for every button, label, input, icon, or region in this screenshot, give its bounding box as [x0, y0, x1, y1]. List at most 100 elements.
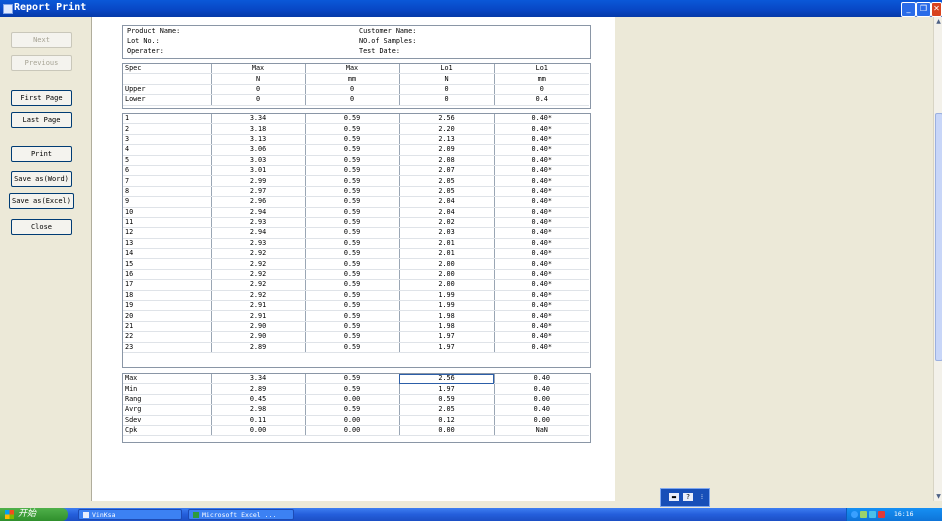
- value-cell[interactable]: 0.00: [493, 394, 589, 406]
- stat-row-label[interactable]: Cpk: [123, 425, 211, 437]
- sample-row-label[interactable]: 7: [123, 175, 211, 187]
- sample-row-label[interactable]: 6: [123, 165, 211, 177]
- value-cell[interactable]: 0.00: [304, 394, 399, 406]
- sample-row-label[interactable]: 12: [123, 227, 211, 239]
- value-cell[interactable]: 0.40*: [493, 207, 589, 218]
- window-title-bar[interactable]: Report Print _ ❐ ✕: [0, 0, 942, 17]
- value-cell[interactable]: 2.08: [398, 155, 494, 166]
- sample-row-label[interactable]: 4: [123, 144, 211, 156]
- value-cell[interactable]: 2.92: [210, 279, 305, 291]
- sample-row-label[interactable]: 1: [123, 114, 211, 125]
- scroll-up-icon[interactable]: ▲: [934, 17, 942, 26]
- value-cell[interactable]: 1.97: [398, 383, 494, 395]
- sample-row-label[interactable]: 23: [123, 342, 211, 354]
- help-icon[interactable]: ?: [683, 493, 693, 501]
- stat-row-label[interactable]: Max: [123, 374, 211, 385]
- value-cell[interactable]: 0.59: [304, 207, 399, 218]
- value-cell[interactable]: 0.40*: [493, 290, 589, 302]
- value-cell[interactable]: 2.07: [398, 165, 494, 177]
- value-cell[interactable]: 0.40*: [493, 342, 589, 354]
- value-cell[interactable]: 0.59: [304, 310, 399, 322]
- value-cell[interactable]: 0.59: [304, 196, 399, 208]
- save-word-button[interactable]: Save as(Word): [11, 171, 72, 187]
- value-cell[interactable]: 0.00: [210, 425, 305, 437]
- tray-app-icon[interactable]: [869, 511, 876, 518]
- value-cell[interactable]: 3.03: [210, 155, 305, 166]
- value-cell[interactable]: 2.04: [398, 196, 494, 208]
- value-cell[interactable]: 1.99: [398, 300, 494, 312]
- sample-row-label[interactable]: 11: [123, 217, 211, 229]
- antivirus-icon[interactable]: [878, 511, 885, 518]
- value-cell[interactable]: 2.89: [210, 383, 305, 395]
- value-cell[interactable]: 0.40*: [493, 196, 589, 208]
- value-cell[interactable]: 2.05: [398, 175, 494, 187]
- first-page-button[interactable]: First Page: [11, 90, 72, 106]
- value-cell[interactable]: 0.40*: [493, 331, 589, 343]
- value-cell[interactable]: 2.93: [210, 217, 305, 229]
- value-cell[interactable]: 0.40: [493, 404, 589, 416]
- language-bar[interactable]: ▬ ? ⁝: [660, 488, 710, 507]
- sample-row-label[interactable]: 16: [123, 269, 211, 281]
- value-cell[interactable]: 0.40*: [493, 155, 589, 166]
- value-cell[interactable]: 2.02: [398, 217, 494, 229]
- sample-row-label[interactable]: 13: [123, 238, 211, 250]
- value-cell[interactable]: 1.99: [398, 290, 494, 302]
- value-cell[interactable]: 0.59: [304, 383, 399, 395]
- value-cell[interactable]: 0.59: [304, 269, 399, 281]
- value-cell[interactable]: 0.40*: [493, 165, 589, 177]
- value-cell[interactable]: 2.97: [210, 186, 305, 198]
- start-button[interactable]: 开始: [0, 508, 68, 521]
- value-cell[interactable]: 2.09: [398, 144, 494, 156]
- value-cell[interactable]: 0.40*: [493, 114, 589, 125]
- value-cell[interactable]: 0.40*: [493, 258, 589, 270]
- value-cell[interactable]: 0.40*: [493, 248, 589, 260]
- value-cell[interactable]: 2.91: [210, 310, 305, 322]
- task-excel[interactable]: Microsoft Excel ...: [188, 509, 294, 520]
- value-cell[interactable]: 0.40: [493, 374, 589, 385]
- sample-row-label[interactable]: 17: [123, 279, 211, 291]
- value-cell[interactable]: 0.59: [304, 374, 399, 385]
- stat-row-label[interactable]: Sdev: [123, 415, 211, 426]
- sample-row-label[interactable]: 20: [123, 310, 211, 322]
- value-cell[interactable]: 0.00: [493, 415, 589, 426]
- stat-row-label[interactable]: Min: [123, 383, 211, 395]
- value-cell[interactable]: 2.56: [398, 114, 494, 125]
- value-cell[interactable]: 0.59: [304, 165, 399, 177]
- scroll-thumb[interactable]: [935, 113, 942, 361]
- value-cell[interactable]: 0.40*: [493, 144, 589, 156]
- value-cell[interactable]: 2.92: [210, 290, 305, 302]
- value-cell[interactable]: 2.90: [210, 321, 305, 333]
- last-page-button[interactable]: Last Page: [11, 112, 72, 128]
- value-cell[interactable]: 2.00: [398, 258, 494, 270]
- value-cell[interactable]: 3.34: [210, 114, 305, 125]
- sample-row-label[interactable]: 22: [123, 331, 211, 343]
- value-cell[interactable]: 0.40*: [493, 175, 589, 187]
- value-cell[interactable]: 2.04: [398, 207, 494, 218]
- value-cell[interactable]: 2.56: [398, 374, 494, 385]
- stat-row-label[interactable]: Avrg: [123, 404, 211, 416]
- print-button[interactable]: Print: [11, 146, 72, 162]
- value-cell[interactable]: 0.59: [304, 175, 399, 187]
- sample-row-label[interactable]: 8: [123, 186, 211, 198]
- value-cell[interactable]: 0.40*: [493, 238, 589, 250]
- sample-row-label[interactable]: 21: [123, 321, 211, 333]
- value-cell[interactable]: 0.59: [304, 238, 399, 250]
- value-cell[interactable]: 0.59: [304, 300, 399, 312]
- value-cell[interactable]: 0.40*: [493, 310, 589, 322]
- value-cell[interactable]: 1.97: [398, 342, 494, 354]
- value-cell[interactable]: 0.59: [304, 134, 399, 146]
- value-cell[interactable]: 0.40*: [493, 227, 589, 239]
- value-cell[interactable]: 2.03: [398, 227, 494, 239]
- restore-button[interactable]: ❐: [916, 2, 931, 17]
- value-cell[interactable]: 0.00: [398, 425, 494, 437]
- value-cell[interactable]: 2.00: [398, 269, 494, 281]
- value-cell[interactable]: 0.00: [304, 415, 399, 426]
- value-cell[interactable]: 2.89: [210, 342, 305, 354]
- value-cell[interactable]: 0.59: [304, 342, 399, 354]
- keyboard-icon[interactable]: ▬: [669, 493, 679, 501]
- value-cell[interactable]: 0.59: [304, 144, 399, 156]
- value-cell[interactable]: 2.94: [210, 227, 305, 239]
- value-cell[interactable]: 0.59: [304, 123, 399, 135]
- sample-row-label[interactable]: 15: [123, 258, 211, 270]
- scroll-down-icon[interactable]: ▼: [934, 492, 942, 501]
